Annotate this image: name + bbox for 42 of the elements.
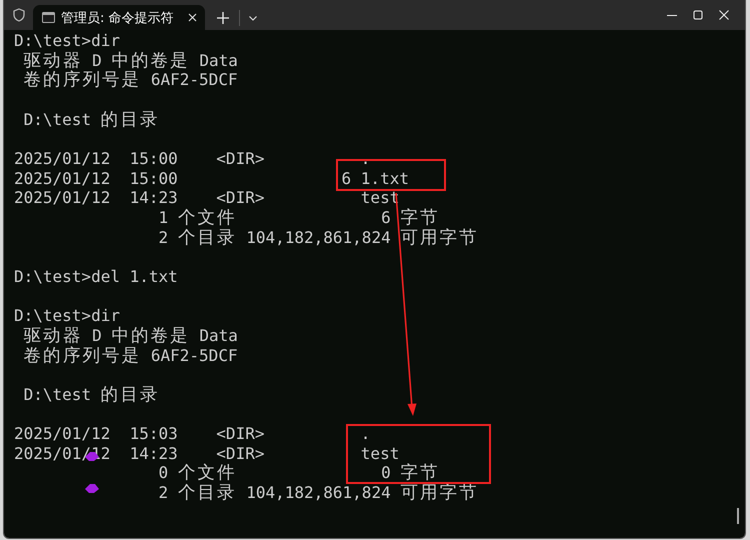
console-text: D:\test>dir <box>14 31 120 50</box>
console-text: 15:03 <box>130 424 178 444</box>
console-icon <box>42 12 55 23</box>
close-tab-icon[interactable] <box>188 13 197 22</box>
console-text: 2025/01/12 <box>14 444 110 463</box>
console-text: <DIR> <box>216 148 264 168</box>
console-text: 卷的序列号是 6AF2-5DCF <box>24 346 238 364</box>
console-text: 6 字节 <box>381 208 440 227</box>
console-text: 14:23 <box>130 188 178 208</box>
close-icon <box>719 10 729 20</box>
console-text: 2 个目录 104,182,861,824 可用字节 <box>158 228 479 247</box>
console-text: D:\test 的目录 <box>24 384 160 404</box>
console-text: 0 字节 <box>381 463 440 482</box>
console-text: <DIR> <box>216 444 264 463</box>
plus-icon <box>216 12 229 24</box>
console-text: 15:00 <box>130 168 178 188</box>
console-text: 2025/01/12 <box>14 168 110 188</box>
console-text: <DIR> <box>216 188 264 208</box>
console-text: 14:23 <box>130 444 178 463</box>
console-text: 驱动器 D 中的卷是 Data <box>24 50 238 70</box>
chevron-down-icon <box>248 16 257 20</box>
shield-icon <box>13 8 25 22</box>
console-text: 卷的序列号是 6AF2-5DCF <box>24 70 238 90</box>
console-text: 15:00 <box>130 148 178 168</box>
terminal-tab[interactable]: 管理员: 命令提示符 <box>33 5 205 30</box>
console-text: 2025/01/12 <box>14 148 110 168</box>
console-text: 2025/01/12 <box>14 424 110 444</box>
console-text: 2025/01/12 <box>14 188 110 208</box>
console-text: 6 1.txt <box>342 168 409 188</box>
console-text: 0 个文件 <box>158 463 237 482</box>
console-text: 驱动器 D 中的卷是 Data <box>24 326 238 345</box>
console-text: . <box>360 148 370 168</box>
console-text: D:\test 的目录 <box>24 110 160 129</box>
console-text: D:\test>dir <box>14 306 120 326</box>
scrollbar[interactable] <box>737 508 739 524</box>
console-text: test <box>360 444 400 463</box>
maximize-icon <box>693 10 703 20</box>
console-text: D:\test>del 1.txt <box>14 266 178 286</box>
console-text: 1 个文件 <box>158 208 237 227</box>
console-text: . <box>360 424 370 444</box>
console-text: <DIR> <box>216 424 264 444</box>
console-text: 2 个目录 104,182,861,824 可用字节 <box>158 483 479 502</box>
